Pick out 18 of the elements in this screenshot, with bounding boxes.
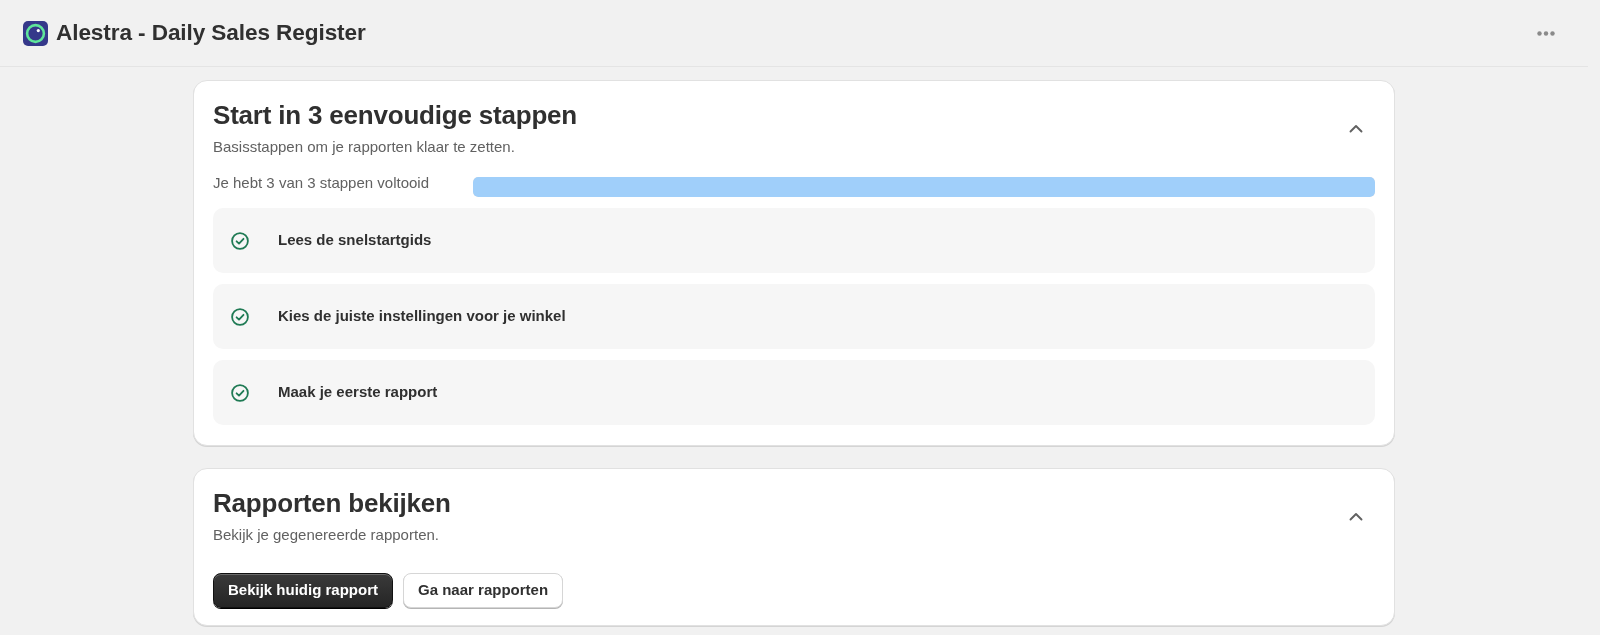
reports-button[interactable]: Ga naar rapporten [403,573,564,608]
view-report-button[interactable]: Bekijk huidig rapport [213,573,393,608]
card-subtitle: Basisstappen om je rapporten klaar te zetten. [213,137,516,157]
checklist-item[interactable]: Kies de juiste instellingen voor je winkel [213,284,1375,349]
app-logo-icon [23,20,48,46]
collapse-button[interactable] [1349,123,1363,133]
card-title: Start in 3 eenvoudige stappen [213,99,579,131]
step-label: Kies de juiste instellingen voor je winkel [278,306,566,327]
checklist-item[interactable]: Lees de snelstartgids [213,208,1375,273]
card-title: Rapporten bekijken [213,487,452,519]
app-title: Alestra - Daily Sales Register [55,19,366,47]
step-label: Maak je eerste rapport [278,382,438,403]
checklist-item[interactable]: Maak je eerste rapport [213,360,1375,425]
collapse-button[interactable] [1349,511,1363,521]
progress-text: Je hebt 3 van 3 stappen voltooid [213,173,430,193]
card-subtitle: Bekijk je gegenereerde rapporten. [213,525,440,545]
step-label: Lees de snelstartgids [278,230,432,251]
more-options-button[interactable] [1537,30,1555,36]
